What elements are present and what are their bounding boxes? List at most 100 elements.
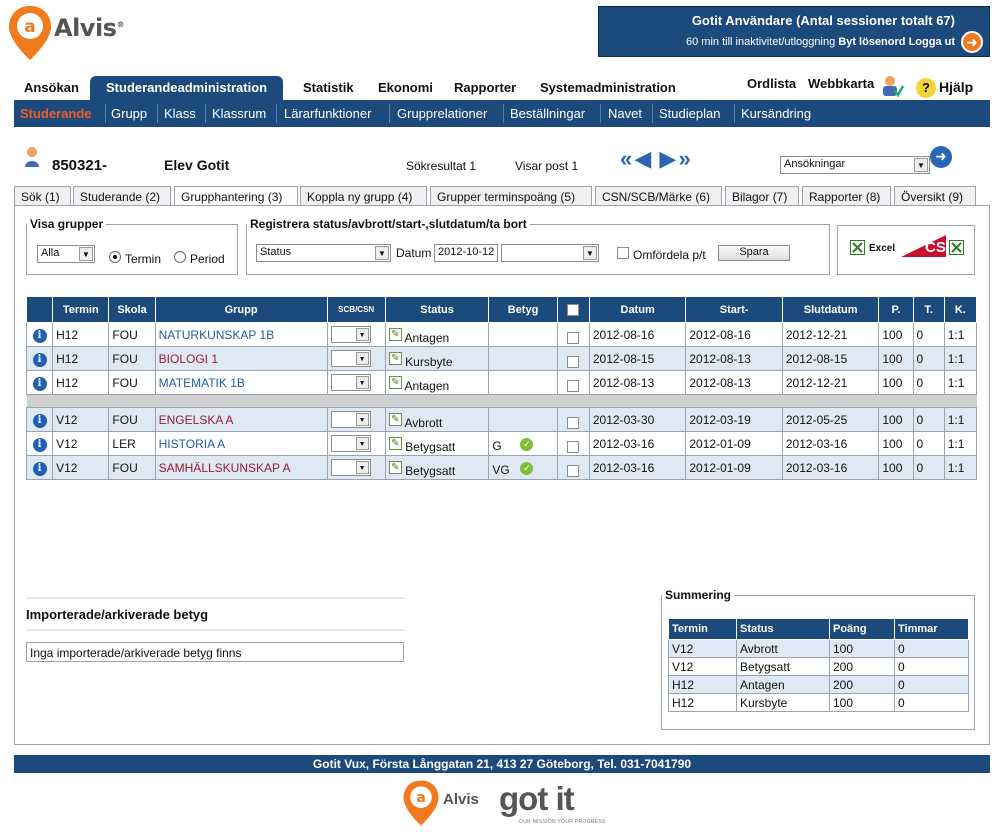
info-icon[interactable]: i: [32, 352, 47, 367]
sitemap-user-icon[interactable]: [880, 74, 904, 100]
last-record-icon[interactable]: »: [678, 146, 690, 171]
edit-status-icon[interactable]: ✎: [388, 412, 402, 426]
group-link[interactable]: NATURKUNSKAP 1B: [159, 328, 275, 342]
row-checkbox[interactable]: [567, 465, 580, 478]
sitemap-link[interactable]: Webbkarta: [808, 76, 874, 91]
row-checkbox[interactable]: [567, 380, 580, 393]
scb-csn-select[interactable]: ▼: [330, 326, 371, 343]
submenu-studieplan[interactable]: Studieplan: [659, 106, 720, 121]
row-checkbox[interactable]: [567, 417, 580, 430]
scb-csn-select[interactable]: ▼: [330, 459, 371, 476]
logout-link[interactable]: Logga ut: [909, 36, 955, 48]
tab-csn-scb-marke[interactable]: CSN/SCB/Märke (6): [595, 186, 722, 206]
grade-icon[interactable]: ✓: [520, 438, 534, 451]
prev-record-icon[interactable]: ◀: [634, 146, 651, 171]
brand-name: Alvis: [54, 14, 117, 42]
tab-grupphantering[interactable]: Grupphantering (3): [174, 186, 298, 207]
submenu-klass[interactable]: Klass: [164, 106, 196, 121]
status-select-value: Status: [260, 246, 292, 258]
grade-icon[interactable]: ✓: [520, 462, 534, 475]
view-select[interactable]: Ansökningar ▼: [780, 156, 930, 174]
info-icon[interactable]: i: [32, 461, 47, 476]
date-input[interactable]: 2012-10-12: [434, 244, 498, 262]
save-button[interactable]: Spara: [718, 245, 790, 261]
scb-csn-select[interactable]: ▼: [330, 374, 371, 391]
cell-scb-csn: ▼: [326, 370, 386, 395]
scb-csn-select[interactable]: ▼: [330, 435, 371, 452]
menu-statistik[interactable]: Statistik: [303, 80, 354, 95]
tab-grupper-terminspoang[interactable]: Grupper terminspoäng (5): [430, 186, 592, 206]
cell-termin: H12: [52, 322, 110, 347]
logout-arrow-icon[interactable]: ➜: [961, 31, 983, 53]
edit-status-icon[interactable]: ✎: [388, 460, 402, 474]
tab-studerande[interactable]: Studerande (2): [73, 186, 171, 206]
submenu-lararfunktioner[interactable]: Lärarfunktioner: [284, 106, 371, 121]
row-checkbox[interactable]: [567, 356, 580, 369]
status-select[interactable]: Status ▼: [256, 244, 391, 262]
summary-row: H12 Kursbyte 100 0: [668, 693, 969, 712]
submenu-bestallningar[interactable]: Beställningar: [510, 106, 585, 121]
submenu-grupprelationer[interactable]: Grupprelationer: [397, 106, 487, 121]
tab-koppla-ny-grupp[interactable]: Koppla ny grupp (4): [300, 186, 427, 206]
menu-ansokan[interactable]: Ansökan: [24, 80, 79, 95]
info-icon[interactable]: i: [32, 413, 47, 428]
next-record-icon[interactable]: ▶: [659, 146, 676, 171]
go-arrow-icon[interactable]: ➜: [930, 146, 952, 168]
row-checkbox[interactable]: [567, 441, 580, 454]
group-link[interactable]: MATEMATIK 1B: [159, 376, 245, 390]
scb-csn-select[interactable]: ▼: [330, 350, 371, 367]
csn-logo-icon[interactable]: CSN: [901, 235, 946, 257]
info-icon[interactable]: i: [32, 437, 47, 452]
visa-grupper-select[interactable]: Alla ▼: [37, 245, 95, 263]
info-icon[interactable]: i: [32, 328, 47, 343]
summary-cell: 0: [894, 693, 969, 712]
scb-csn-select[interactable]: ▼: [330, 411, 371, 428]
submenu-grupp[interactable]: Grupp: [111, 106, 147, 121]
radio-period[interactable]: [174, 251, 186, 263]
submenu-studerande[interactable]: Studerande: [20, 106, 92, 121]
edit-status-icon[interactable]: ✎: [388, 327, 402, 341]
group-link[interactable]: ENGELSKA A: [159, 413, 234, 427]
glossary-link[interactable]: Ordlista: [747, 76, 796, 91]
submenu-navet[interactable]: Navet: [608, 106, 642, 121]
radio-termin[interactable]: [109, 251, 121, 263]
menu-rapporter[interactable]: Rapporter: [454, 80, 516, 95]
edit-status-icon[interactable]: ✎: [388, 375, 402, 389]
submenu-klassrum[interactable]: Klassrum: [212, 106, 266, 121]
group-link[interactable]: SAMHÄLLSKUNSKAP A: [159, 461, 291, 475]
cell-p: 100: [878, 407, 914, 432]
table-row: i V12 FOU SAMHÄLLSKUNSKAP A ▼ ✎ Betygsatt VG ✓ 2…: [25, 455, 978, 480]
tab-rapporter[interactable]: Rapporter (8): [802, 186, 891, 206]
cell-betyg: [488, 322, 558, 347]
excel-icon[interactable]: [850, 240, 865, 255]
csn-excel-icon[interactable]: [949, 240, 964, 255]
group-link[interactable]: HISTORIA A: [159, 437, 225, 451]
cell-k: 1:1: [943, 455, 978, 480]
alvis-pin-icon: a: [9, 6, 51, 60]
help-icon[interactable]: ?: [916, 78, 936, 98]
tab-bilagor[interactable]: Bilagor (7): [725, 186, 799, 206]
info-icon[interactable]: i: [32, 376, 47, 391]
redistribute-checkbox[interactable]: [617, 247, 629, 259]
excel-label[interactable]: Excel: [869, 243, 895, 254]
edit-status-icon[interactable]: ✎: [388, 351, 402, 365]
sub-menu: Studerande Grupp Klass Klassrum Lärarfun…: [14, 100, 990, 127]
menu-ekonomi[interactable]: Ekonomi: [378, 80, 433, 95]
menu-studerandeadministration[interactable]: Studerandeadministration: [90, 76, 284, 100]
help-link[interactable]: Hjälp: [939, 79, 973, 95]
change-password-link[interactable]: Byt lösenord: [838, 36, 905, 48]
submenu-kursandring[interactable]: Kursändring: [741, 106, 811, 121]
visa-grupper-select-value: Alla: [41, 247, 60, 259]
select-all-checkbox[interactable]: [567, 303, 580, 316]
tab-sok[interactable]: Sök (1): [14, 186, 71, 206]
menu-systemadministration[interactable]: Systemadministration: [540, 80, 676, 95]
group-link[interactable]: BIOLOGI 1: [159, 352, 218, 366]
submenu-divider: [652, 104, 653, 123]
cell-scb-csn: ▼: [326, 407, 386, 432]
date-type-select[interactable]: ▼: [501, 244, 599, 262]
row-checkbox[interactable]: [567, 332, 580, 345]
edit-status-icon[interactable]: ✎: [388, 436, 402, 450]
tab-oversikt[interactable]: Översikt (9): [894, 186, 976, 206]
summary-cell: H12: [668, 675, 737, 694]
first-record-icon[interactable]: «: [620, 146, 632, 171]
